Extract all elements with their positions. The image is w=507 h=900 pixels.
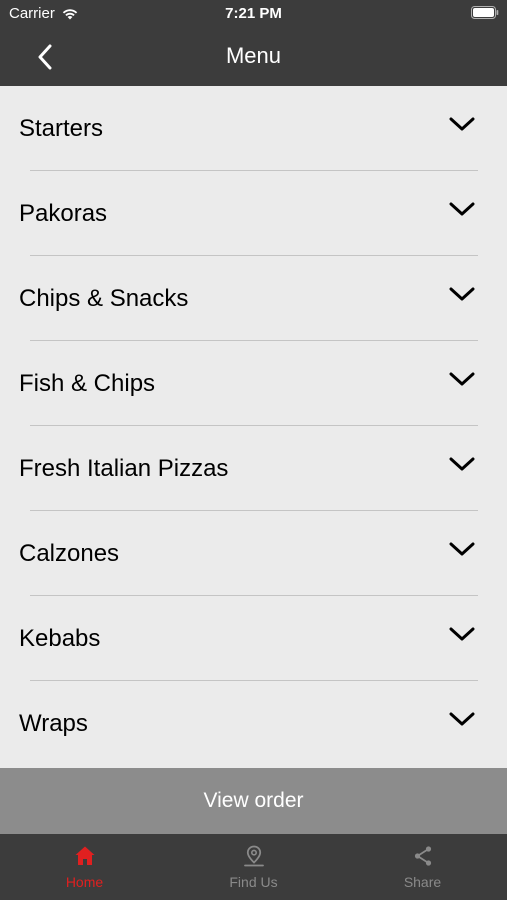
page-title: Menu	[225, 43, 282, 68]
menu-category-label: Chips & Snacks	[19, 285, 189, 312]
menu-category-label: Kebabs	[19, 625, 101, 652]
tab-find-us[interactable]: Find Us	[169, 834, 338, 900]
menu-category-label: Fresh Italian Pizzas	[19, 455, 229, 482]
tab-home[interactable]: Home	[0, 834, 169, 900]
status-bar: Carrier 7:21 PM	[0, 0, 507, 28]
menu-category-fish-chips[interactable]: Fish & Chips	[0, 341, 507, 426]
home-icon	[75, 846, 94, 865]
chevron-down-icon[interactable]	[449, 626, 475, 642]
menu-category-label: Calzones	[19, 540, 120, 567]
menu-category-calzones[interactable]: Calzones	[0, 511, 507, 596]
battery-icon	[471, 6, 499, 19]
chevron-down-icon[interactable]	[449, 711, 475, 727]
tab-share[interactable]: Share	[338, 834, 507, 900]
tab-label: Home	[65, 874, 104, 890]
chevron-down-icon[interactable]	[449, 541, 475, 557]
chevron-down-icon[interactable]	[449, 116, 475, 132]
menu-category-label: Wraps	[19, 710, 88, 737]
chevron-down-icon[interactable]	[449, 201, 475, 217]
share-icon	[414, 846, 431, 866]
menu-category-fresh-italian-pizzas[interactable]: Fresh Italian Pizzas	[0, 426, 507, 511]
menu-category-chips-snacks[interactable]: Chips & Snacks	[0, 256, 507, 341]
menu-category-wraps[interactable]: Wraps	[0, 681, 507, 766]
tab-label: Find Us	[229, 874, 278, 890]
tab-label: Share	[403, 874, 442, 890]
menu-category-label: Fish & Chips	[19, 370, 156, 397]
tab-bar: Home Find Us Share	[0, 834, 507, 900]
status-time: 7:21 PM	[225, 5, 282, 22]
navigation-bar: Menu	[0, 28, 507, 86]
location-pin-icon	[243, 845, 264, 867]
chevron-down-icon[interactable]	[449, 371, 475, 387]
menu-category-starters[interactable]: Starters	[0, 86, 507, 171]
menu-category-list: Starters Pakoras Chips & Snacks Fish & C…	[0, 86, 507, 768]
menu-category-kebabs[interactable]: Kebabs	[0, 596, 507, 681]
app-screen: Carrier 7:21 PM Menu Starters Pakoras Ch…	[0, 0, 507, 900]
menu-category-label: Starters	[19, 115, 104, 142]
view-order-button[interactable]: View order	[0, 768, 507, 834]
menu-category-label: Pakoras	[19, 200, 108, 227]
chevron-down-icon[interactable]	[449, 286, 475, 302]
chevron-down-icon[interactable]	[449, 456, 475, 472]
menu-category-pakoras[interactable]: Pakoras	[0, 171, 507, 256]
